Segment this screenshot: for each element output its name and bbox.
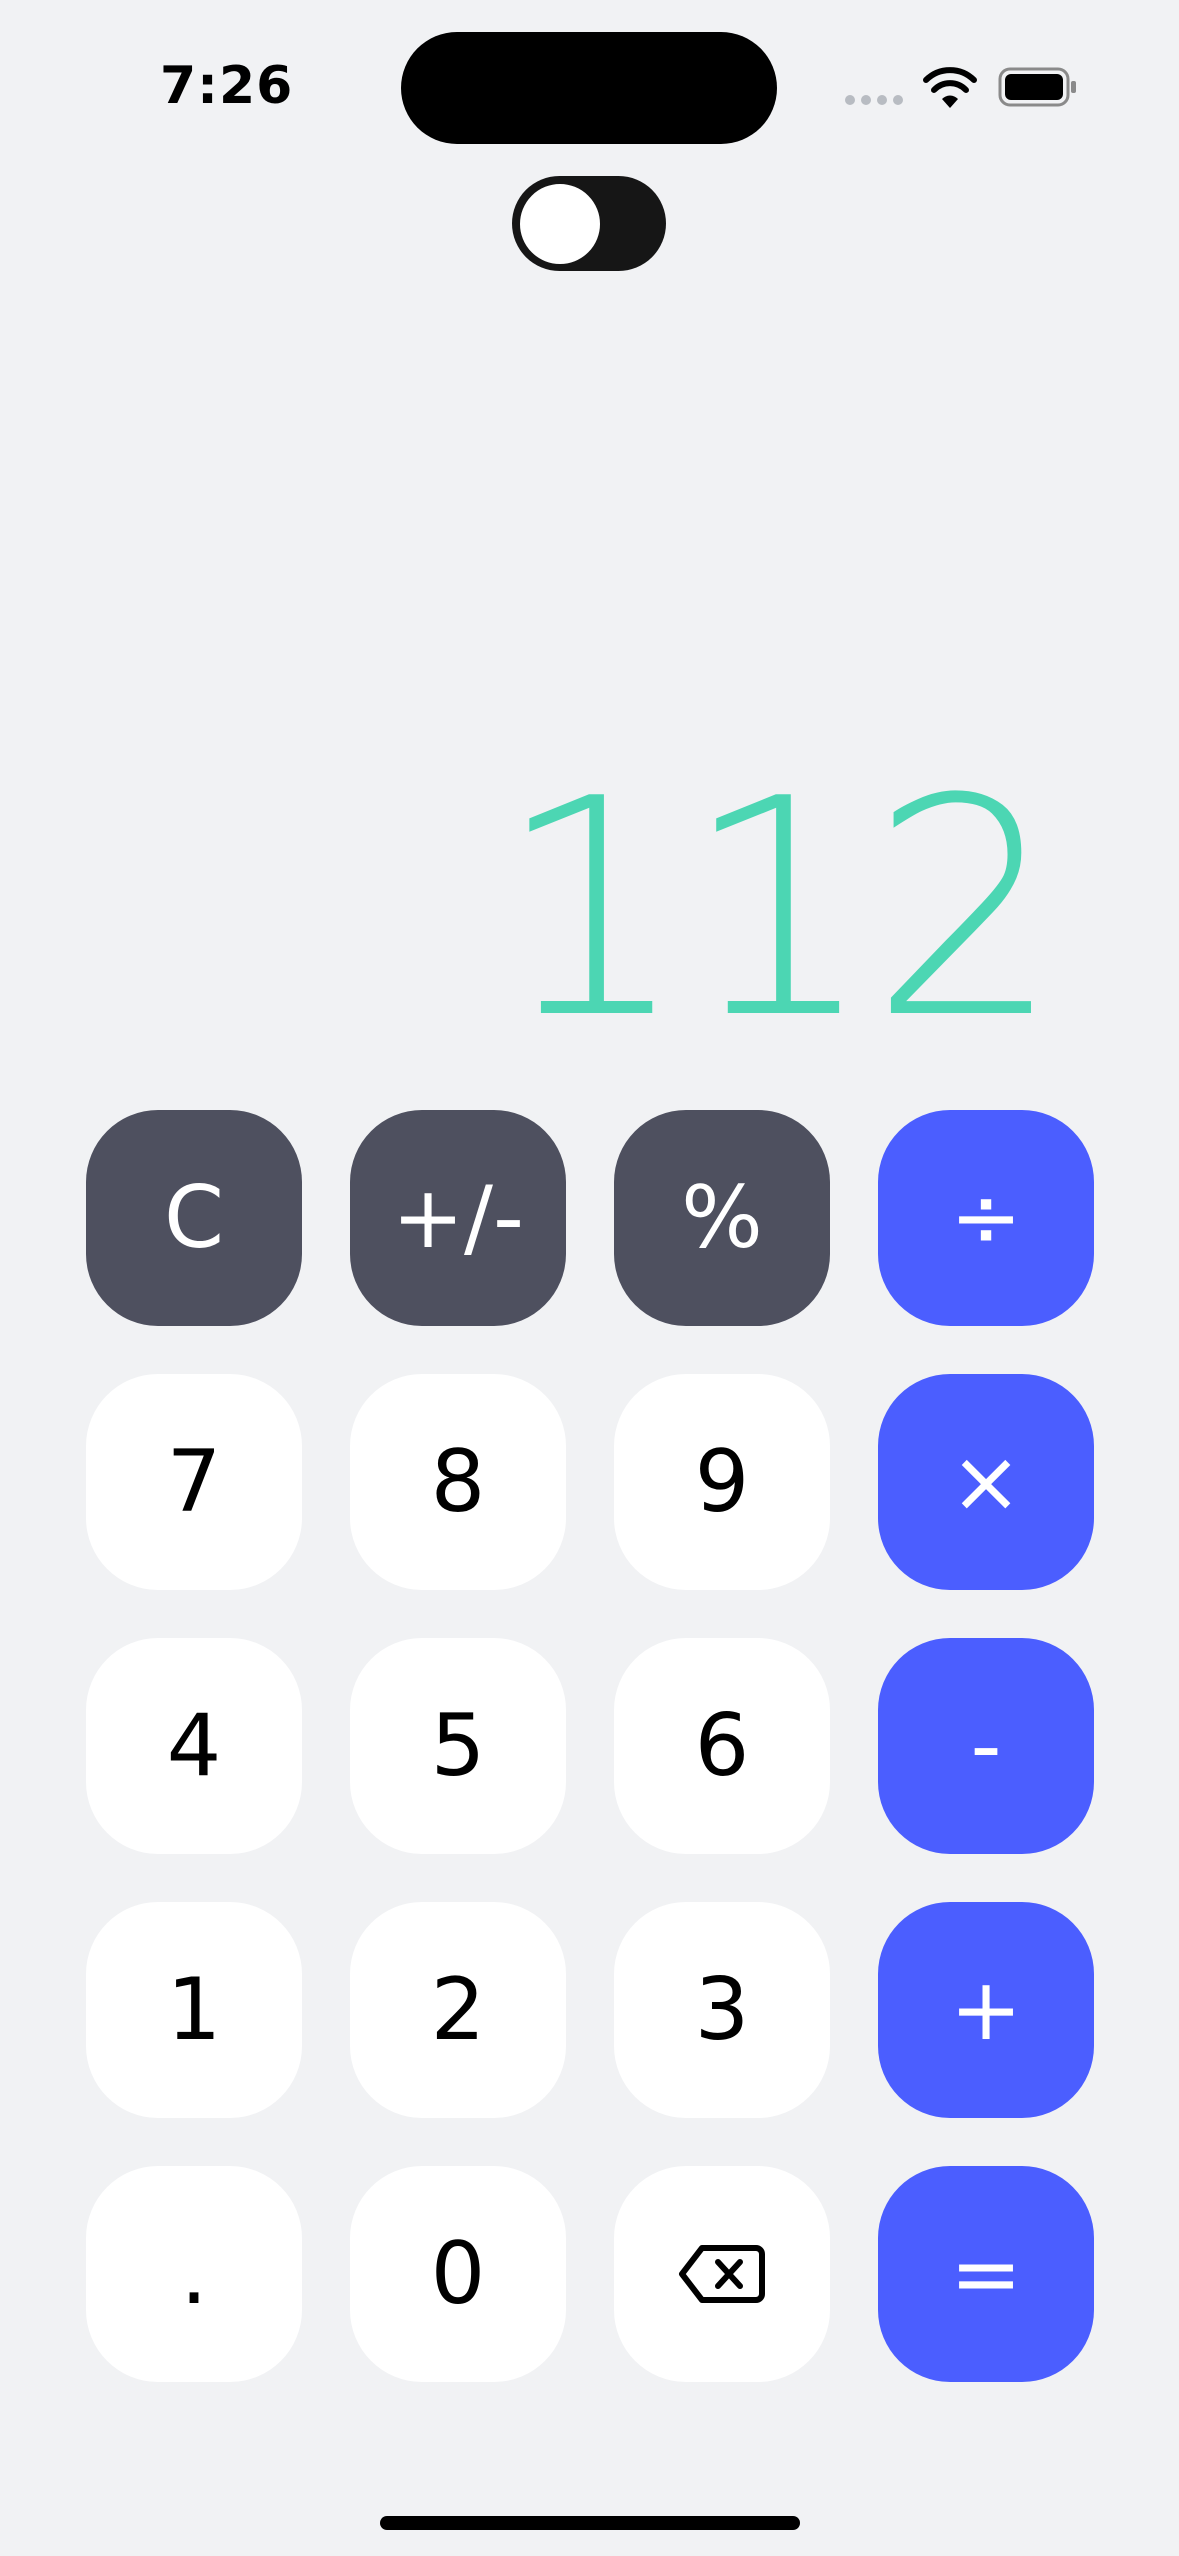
result-display: 112 bbox=[496, 735, 1061, 1084]
digit-2-button[interactable]: 2 bbox=[350, 1902, 566, 2118]
toggle-knob bbox=[516, 180, 604, 268]
sign-toggle-button[interactable]: +/- bbox=[350, 1110, 566, 1326]
digit-3-button[interactable]: 3 bbox=[614, 1902, 830, 2118]
theme-toggle[interactable] bbox=[512, 176, 666, 271]
multiply-button[interactable]: × bbox=[878, 1374, 1094, 1590]
subtract-button[interactable]: - bbox=[878, 1638, 1094, 1854]
digit-8-button[interactable]: 8 bbox=[350, 1374, 566, 1590]
decimal-button[interactable]: . bbox=[86, 2166, 302, 2382]
status-time: 7:26 bbox=[160, 56, 294, 116]
digit-7-button[interactable]: 7 bbox=[86, 1374, 302, 1590]
digit-1-button[interactable]: 1 bbox=[86, 1902, 302, 2118]
divide-button[interactable]: ÷ bbox=[878, 1110, 1094, 1326]
dynamic-island bbox=[401, 32, 777, 144]
equals-button[interactable]: = bbox=[878, 2166, 1094, 2382]
home-indicator[interactable] bbox=[380, 2516, 800, 2530]
digit-4-button[interactable]: 4 bbox=[86, 1638, 302, 1854]
clear-button[interactable]: C bbox=[86, 1110, 302, 1326]
digit-9-button[interactable]: 9 bbox=[614, 1374, 830, 1590]
cellular-signal-icon bbox=[845, 95, 903, 105]
battery-icon bbox=[998, 67, 1076, 107]
backspace-button[interactable] bbox=[614, 2166, 830, 2382]
digit-5-button[interactable]: 5 bbox=[350, 1638, 566, 1854]
percent-button[interactable]: % bbox=[614, 1110, 830, 1326]
backspace-icon bbox=[679, 2245, 765, 2303]
add-button[interactable]: + bbox=[878, 1902, 1094, 2118]
digit-6-button[interactable]: 6 bbox=[614, 1638, 830, 1854]
digit-0-button[interactable]: 0 bbox=[350, 2166, 566, 2382]
wifi-icon bbox=[923, 67, 977, 108]
